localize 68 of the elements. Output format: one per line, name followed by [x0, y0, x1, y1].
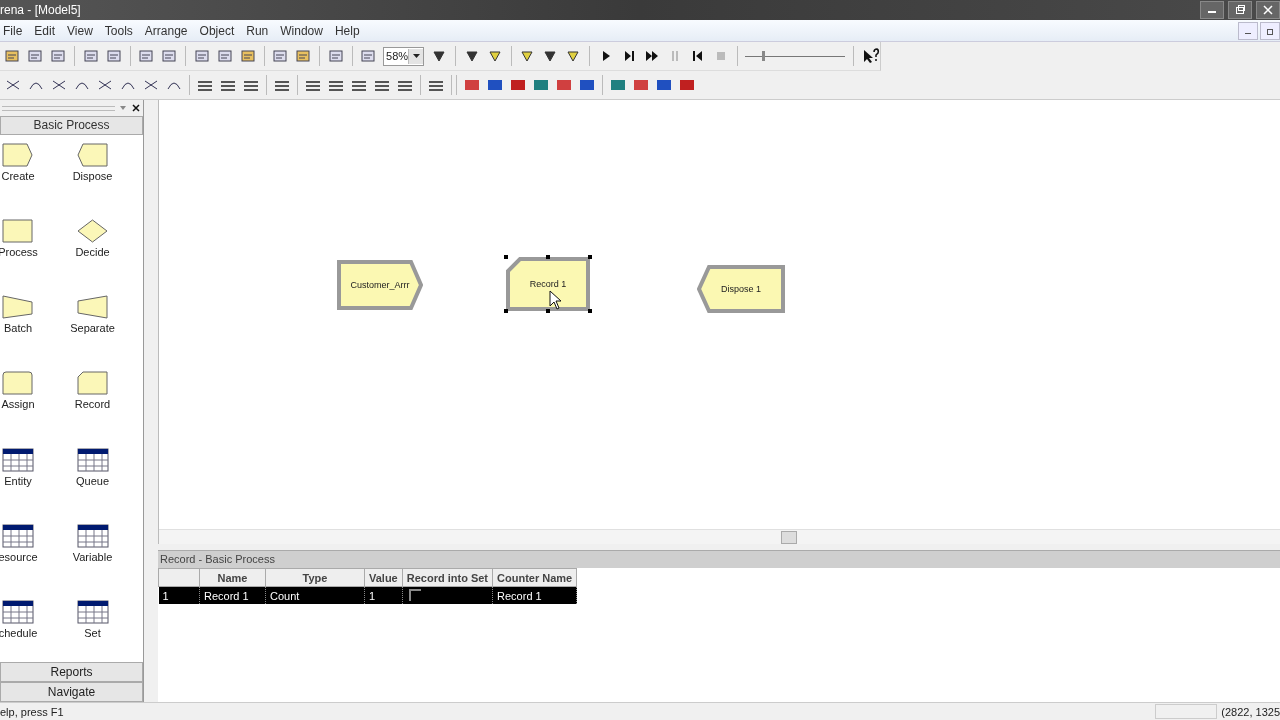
panel-header[interactable]: Navigate	[0, 682, 143, 702]
batch-module-icon[interactable]	[2, 295, 34, 320]
create-module-icon[interactable]	[2, 143, 34, 167]
module-label: Variable	[72, 550, 113, 563]
window-title: rena - [Model5]	[0, 3, 81, 17]
table-icon[interactable]	[2, 599, 34, 624]
column-header: Counter Name	[492, 568, 577, 587]
menu-item[interactable]: Run	[242, 23, 277, 38]
table-icon[interactable]	[76, 599, 109, 624]
column-header: Value	[364, 568, 403, 587]
selection-handle[interactable]	[504, 309, 508, 313]
module-label: Customer_Arrr	[349, 280, 411, 290]
menu-item[interactable]: Object	[195, 23, 243, 38]
column-header: Name	[199, 568, 266, 587]
table-icon[interactable]	[76, 447, 109, 472]
panel-header[interactable]: Basic Process	[0, 116, 143, 135]
module-label: Dispose	[72, 170, 113, 182]
module-label: Assign	[1, 398, 35, 411]
selection-handle[interactable]	[546, 255, 550, 259]
slider-thumb[interactable]	[762, 51, 766, 61]
help-pointer-icon[interactable]	[861, 48, 880, 64]
module-label: chedule	[0, 626, 38, 639]
menu-item[interactable]: Arrange	[140, 23, 196, 38]
create-module[interactable]	[337, 260, 423, 310]
selection-handle[interactable]	[546, 309, 550, 313]
module-label: Entity	[4, 474, 32, 487]
caret-icon[interactable]	[412, 54, 420, 58]
speed-slider[interactable]	[745, 48, 846, 64]
module-label: Create	[1, 170, 35, 182]
module-label: Record 1	[528, 279, 568, 289]
menu-item[interactable]: Help	[330, 23, 368, 38]
module-label: Queue	[76, 474, 109, 487]
menu-item[interactable]: File	[0, 23, 31, 38]
zoom-dropdown[interactable]: 58%	[383, 46, 425, 66]
record-module[interactable]	[506, 257, 590, 311]
table-icon[interactable]	[2, 447, 34, 472]
status-text: elp, press F1	[0, 705, 64, 718]
menu-item[interactable]: Window	[276, 23, 331, 38]
separate-module-icon[interactable]	[76, 295, 109, 320]
table-icon[interactable]	[2, 523, 34, 548]
restore-icon[interactable]	[1266, 26, 1274, 35]
column-header: Type	[265, 568, 365, 587]
module-label: Separate	[70, 322, 115, 335]
fast-forward-icon[interactable]	[643, 48, 660, 64]
panel-title: Record - Basic Process	[158, 551, 1280, 568]
module-label: Set	[84, 626, 101, 639]
module-label: Decide	[75, 246, 110, 259]
selection-handle[interactable]	[588, 309, 592, 313]
coordinates-text: (2822, 1325	[1221, 705, 1280, 718]
panel-header[interactable]: Reports	[0, 662, 143, 682]
menu-item[interactable]: Tools	[100, 23, 141, 38]
column-header: Record into Set	[402, 568, 493, 587]
dispose-module[interactable]	[697, 265, 785, 313]
table-icon[interactable]	[76, 523, 109, 548]
checkbox[interactable]	[408, 588, 421, 601]
mouse-cursor-icon	[549, 290, 563, 310]
dispose-module-icon[interactable]	[76, 143, 109, 167]
menu-item[interactable]: Edit	[30, 23, 64, 38]
restore-icon[interactable]	[1235, 5, 1245, 15]
module-label: Dispose 1	[720, 284, 762, 294]
decide-module-icon[interactable]	[76, 219, 109, 244]
module-label: Batch	[3, 322, 33, 335]
menu-item[interactable]: View	[63, 23, 101, 38]
selection-handle[interactable]	[588, 255, 592, 259]
selection-handle[interactable]	[504, 255, 508, 259]
module-label: Record	[74, 398, 111, 411]
horizontal-scrollbar[interactable]	[159, 529, 1280, 544]
close-icon[interactable]	[131, 103, 141, 113]
